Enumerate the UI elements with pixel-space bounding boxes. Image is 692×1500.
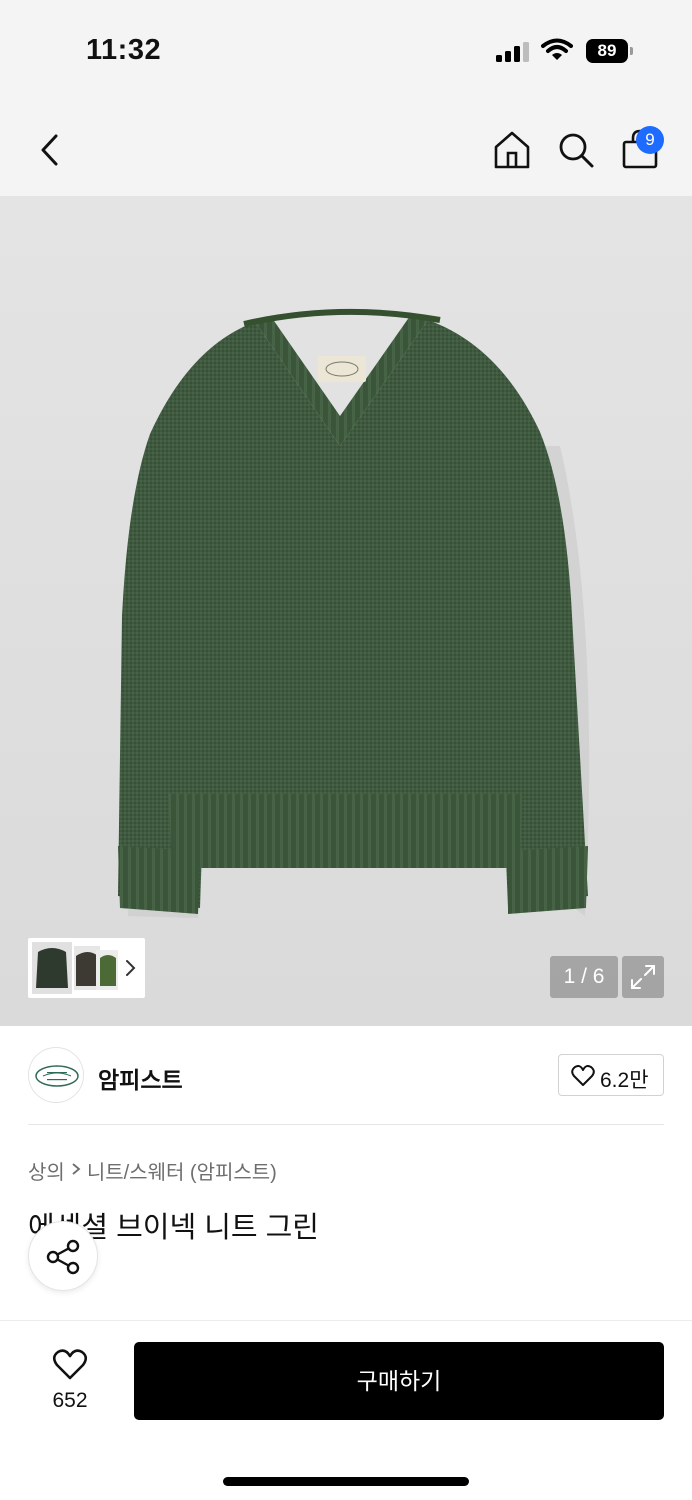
- brand-like-button[interactable]: 6.2만: [558, 1054, 664, 1096]
- search-icon[interactable]: [556, 130, 596, 170]
- chevron-right-icon: [71, 1159, 81, 1182]
- chevron-right-icon[interactable]: [124, 958, 138, 978]
- product-image: [118, 308, 590, 918]
- product-image-gallery[interactable]: 1 / 6: [0, 196, 692, 1026]
- home-indicator: [223, 1477, 469, 1486]
- expand-icon[interactable]: [622, 956, 664, 998]
- heart-icon: [571, 1065, 595, 1086]
- image-counter: 1 / 6: [550, 956, 618, 998]
- heart-icon: [52, 1349, 88, 1380]
- brand-logo[interactable]: [28, 1047, 84, 1103]
- status-bar: 11:32 89: [0, 0, 692, 100]
- battery-level: 89: [586, 39, 628, 63]
- home-icon[interactable]: [492, 130, 532, 170]
- breadcrumb-item-category[interactable]: 상의: [28, 1156, 65, 1185]
- bottom-action-bar: 652 구매하기: [0, 1320, 692, 1500]
- signal-icon: [496, 42, 530, 67]
- wifi-icon: [541, 38, 573, 67]
- cart-count-badge: 9: [636, 126, 664, 154]
- back-icon[interactable]: [34, 130, 68, 170]
- breadcrumb: 상의 니트/스웨터 (암피스트): [28, 1156, 277, 1185]
- buy-button[interactable]: 구매하기: [134, 1342, 664, 1420]
- wishlist-button[interactable]: 652: [40, 1345, 100, 1415]
- brand-like-count: 6.2만: [600, 1069, 649, 1092]
- divider: [28, 1124, 664, 1125]
- status-time: 11:32: [86, 34, 162, 66]
- breadcrumb-item-subcategory[interactable]: 니트/스웨터 (암피스트): [87, 1156, 277, 1185]
- brand-row[interactable]: 암피스트 6.2만: [0, 1026, 692, 1126]
- share-button[interactable]: [28, 1221, 98, 1291]
- brand-name[interactable]: 암피스트: [98, 1061, 183, 1095]
- thumbnail-strip[interactable]: [28, 938, 145, 998]
- share-icon: [46, 1239, 80, 1275]
- wishlist-count: 652: [52, 1389, 88, 1412]
- navigation-bar: [0, 100, 692, 196]
